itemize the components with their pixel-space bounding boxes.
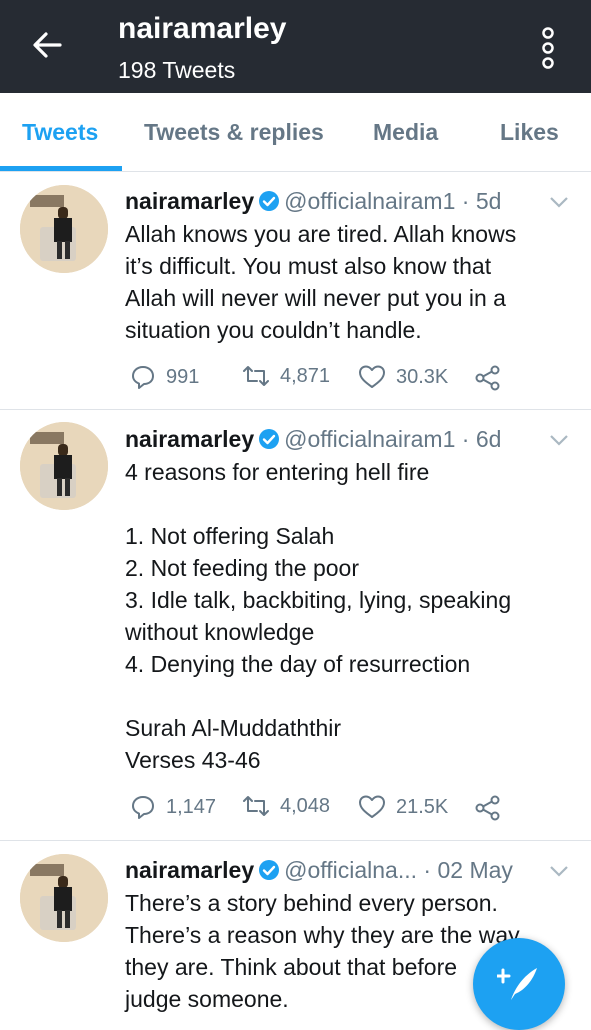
tab-tweets[interactable]: Tweets — [22, 119, 98, 146]
tweet-line: 4. Denying the day of resurrection — [125, 651, 471, 677]
reply-count: 1,147 — [166, 795, 217, 818]
reply-button[interactable]: 1,147 — [130, 794, 216, 820]
tab-tweets-and-replies[interactable]: Tweets & replies — [144, 119, 324, 146]
tweet-line: Allah will never will never put you in a — [125, 285, 506, 311]
compose-tweet-icon — [497, 968, 537, 1000]
chevron-down-icon[interactable] — [548, 195, 570, 209]
tweet-time: · 5d — [461, 188, 502, 214]
reply-count: 991 — [166, 365, 200, 388]
retweet-button[interactable]: 4,871 — [242, 364, 330, 388]
retweet-icon — [243, 366, 269, 386]
tweet-line: There’s a story behind every person. — [125, 890, 498, 916]
avatar[interactable] — [20, 422, 108, 510]
tweet-line: without knowledge — [125, 619, 315, 645]
more-options-icon[interactable] — [538, 26, 558, 70]
tweet-line: 3. Idle talk, backbiting, lying, speakin… — [125, 587, 512, 613]
tab-likes[interactable]: Likes — [500, 119, 559, 146]
tweet-line: 4 reasons for entering hell fire — [125, 459, 430, 485]
tweet-time: · 02 May — [423, 857, 513, 883]
retweet-count: 4,048 — [280, 794, 331, 817]
tweet-item[interactable]: nairamarley @officialnairam1 · 6d 4 reaso… — [0, 410, 591, 841]
tweet-line: 2. Not feeding the poor — [125, 555, 359, 581]
chevron-down-icon[interactable] — [548, 864, 570, 878]
tweet-line: it’s difficult. You must also know that — [125, 253, 492, 279]
active-tab-indicator — [0, 166, 122, 171]
like-button[interactable]: 30.3K — [358, 364, 448, 390]
author-name[interactable]: nairamarley — [125, 188, 254, 214]
verified-badge-icon — [259, 860, 280, 880]
author-handle[interactable]: @officialna... — [284, 857, 417, 883]
author-name[interactable]: nairamarley — [125, 426, 254, 452]
tweet-line — [125, 488, 565, 520]
tweet-text: Allah knows you are tired. Allah knows i… — [125, 218, 565, 346]
verified-badge-icon — [259, 191, 280, 211]
tweet-line — [125, 680, 565, 712]
like-count: 21.5K — [396, 795, 449, 818]
like-count: 30.3K — [396, 365, 449, 388]
tweet-line: situation you couldn’t handle. — [125, 317, 422, 343]
tweet-line: Surah Al-Muddaththir — [125, 715, 342, 741]
author-name[interactable]: nairamarley — [125, 857, 254, 883]
retweet-count: 4,871 — [280, 364, 331, 387]
author-handle[interactable]: @officialnairam1 — [284, 426, 455, 452]
author-handle[interactable]: @officialnairam1 — [284, 188, 455, 214]
avatar[interactable] — [20, 854, 108, 942]
retweet-button[interactable]: 4,048 — [242, 794, 330, 818]
tweet-count: 198 Tweets — [118, 57, 236, 83]
reply-button[interactable]: 991 — [130, 364, 199, 390]
tweet-time: · 6d — [461, 426, 502, 452]
tweet-header: nairamarley @officialnairam1 · 5d — [125, 188, 501, 215]
tweet-line: 1. Not offering Salah — [125, 523, 335, 549]
app-header: nairamarley 198 Tweets — [0, 0, 591, 93]
reply-icon — [132, 796, 154, 819]
like-button[interactable]: 21.5K — [358, 794, 448, 820]
tweet-item[interactable]: nairamarley @officialnairam1 · 5d Allah k… — [0, 172, 591, 410]
tweet-header: nairamarley @officialnairam1 · 6d — [125, 426, 501, 453]
compose-tweet-button[interactable] — [473, 938, 565, 1030]
tab-media[interactable]: Media — [373, 119, 438, 146]
like-icon — [359, 795, 385, 818]
share-icon[interactable] — [475, 365, 501, 391]
share-icon[interactable] — [475, 795, 501, 821]
retweet-icon — [243, 796, 269, 816]
like-icon — [359, 365, 385, 388]
tweet-line: Allah knows you are tired. Allah knows — [125, 221, 517, 247]
back-arrow-icon[interactable] — [30, 28, 64, 62]
reply-icon — [132, 366, 154, 389]
avatar[interactable] — [20, 185, 108, 273]
tweet-header: nairamarley @officialna... · 02 May — [125, 857, 513, 884]
chevron-down-icon[interactable] — [548, 433, 570, 447]
profile-tabs: Tweets Tweets & replies Media Likes — [0, 93, 591, 172]
tweet-line: Verses 43-46 — [125, 747, 261, 773]
profile-name: nairamarley — [118, 12, 287, 45]
tweet-text: 4 reasons for entering hell fire 1. Not … — [125, 456, 565, 776]
verified-badge-icon — [259, 429, 280, 449]
